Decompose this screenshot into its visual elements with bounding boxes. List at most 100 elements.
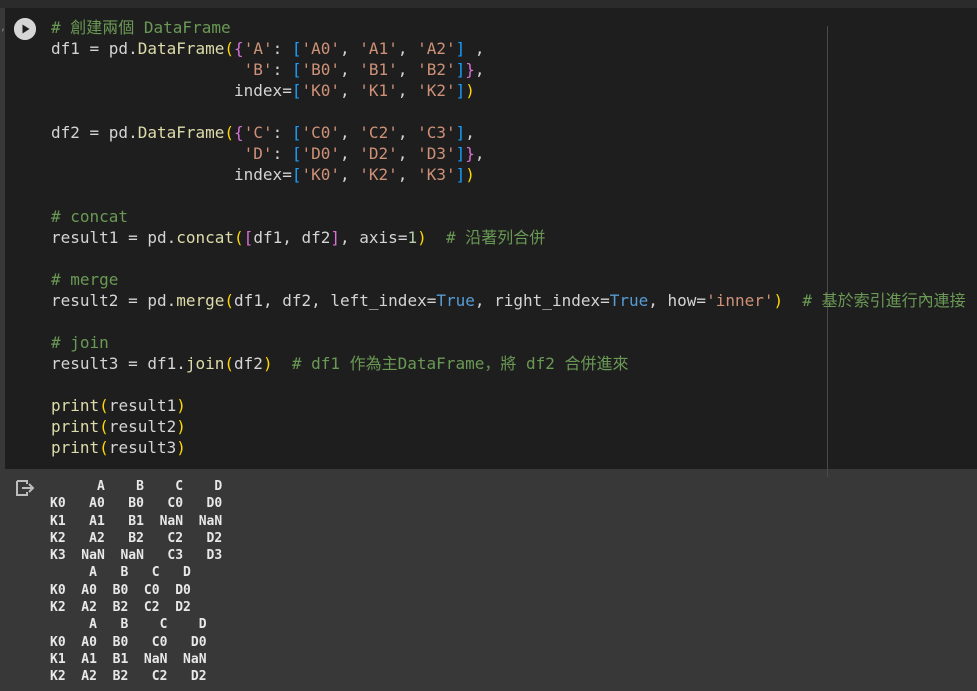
code-token: 1 (407, 228, 418, 247)
code-token: join (185, 354, 225, 373)
code-token: # 沿著列合併 (446, 228, 546, 247)
code-token: df2 = pd. (51, 123, 138, 142)
code-token: , (465, 123, 475, 142)
code-token: True (609, 291, 649, 310)
code-token: 'A2' (417, 39, 456, 58)
code-line: 'B': ['B0', 'B1', 'B2']}, (51, 59, 966, 80)
code-token: ( (224, 39, 235, 58)
code-line: print(result1) (51, 395, 966, 416)
code-token: , (465, 39, 485, 58)
code-token: : (272, 39, 292, 58)
code-token: { (234, 39, 244, 58)
code-token: ] (455, 165, 466, 184)
code-token: 'B0' (301, 60, 340, 79)
code-token: 'C3' (417, 123, 456, 142)
code-token: # 創建兩個 DataFrame (51, 18, 231, 37)
code-token: df1 = pd. (51, 39, 138, 58)
code-token: # merge (51, 270, 119, 289)
code-token: df1, df2, left_index= (234, 291, 437, 310)
code-token: , (340, 165, 360, 184)
code-token: result3 (108, 438, 177, 457)
code-token: df1, df2 (253, 228, 331, 247)
code-token: , (340, 144, 360, 163)
code-token: index= (51, 165, 292, 184)
code-line: # merge (51, 269, 966, 290)
code-token: [ (291, 39, 302, 58)
code-token: result1 = pd. (51, 228, 177, 247)
code-token: result3 = df1. (51, 354, 186, 373)
code-token: 'B' (243, 60, 273, 79)
code-token: ( (224, 291, 235, 310)
code-token: 'B1' (359, 60, 398, 79)
code-token: ( (99, 417, 109, 436)
code-token: 'B2' (417, 60, 456, 79)
code-token: 'A0' (301, 39, 341, 58)
code-token: , (397, 39, 418, 58)
code-token: ) (773, 291, 784, 310)
code-token: 'K3' (417, 165, 456, 184)
code-token: ) (465, 81, 475, 100)
code-line: df1 = pd.DataFrame({'A': ['A0', 'A1', 'A… (51, 38, 966, 59)
code-token: DataFrame (137, 39, 225, 58)
code-token: 'K2' (359, 165, 398, 184)
notebook-page: , # 創建兩個 DataFrame df1 = pd.DataFrame({'A… (0, 0, 977, 691)
code-token: merge (176, 291, 225, 310)
code-token: 'D2' (359, 144, 398, 163)
code-line: # 創建兩個 DataFrame (51, 17, 966, 38)
code-token: print (51, 417, 100, 436)
code-token: , right_index= (474, 291, 610, 310)
code-token: ( (224, 354, 235, 373)
code-token: , (397, 60, 418, 79)
code-token: # 基於索引進行內連接 (802, 291, 966, 310)
code-token: ] (455, 81, 466, 100)
code-token: 'D' (243, 144, 273, 163)
code-token: , axis= (340, 228, 408, 247)
code-token: ) (176, 417, 186, 436)
code-token: , (397, 81, 418, 100)
code-token: ) (176, 396, 186, 415)
code-line: 'D': ['D0', 'D2', 'D3']}, (51, 143, 966, 164)
code-token: , (340, 81, 360, 100)
code-token: , (397, 144, 418, 163)
code-token: , (397, 165, 418, 184)
code-token: ] (455, 60, 466, 79)
code-token: result2 = pd. (51, 291, 177, 310)
cell-output-text: A B C D K0 A0 B0 C0 D0 K1 A1 B1 NaN NaN … (50, 479, 223, 685)
code-line: df2 = pd.DataFrame({'C': ['C0', 'C2', 'C… (51, 122, 966, 143)
code-editor[interactable]: # 創建兩個 DataFrame df1 = pd.DataFrame({'A':… (51, 17, 966, 458)
code-token: concat (176, 228, 235, 247)
code-token: 'C' (243, 123, 273, 142)
code-token: : (272, 123, 292, 142)
code-line: result2 = pd.merge(df1, df2, left_index=… (51, 290, 966, 311)
code-token: # df1 作為主DataFrame，將 df2 合併進來 (291, 354, 629, 373)
code-token: , (474, 144, 485, 163)
code-token: result1 (108, 396, 177, 415)
code-line: index=['K0', 'K1', 'K2']) (51, 80, 966, 101)
code-token: print (51, 396, 100, 415)
code-token: 'D3' (417, 144, 456, 163)
code-token: ) (417, 228, 427, 247)
run-cell-button[interactable] (14, 18, 36, 40)
code-token: : (272, 60, 292, 79)
code-token: df2 (234, 354, 263, 373)
code-token: # concat (51, 207, 129, 226)
code-line: print(result2) (51, 416, 966, 437)
code-token: ( (99, 396, 109, 415)
code-token: } (465, 60, 475, 79)
code-token: , how= (648, 291, 707, 310)
code-token: 'K1' (359, 81, 398, 100)
code-token: ( (99, 438, 109, 457)
code-line: # concat (51, 206, 966, 227)
output-redirect-icon[interactable] (14, 478, 36, 498)
code-token: , (340, 123, 360, 142)
code-token: , (397, 123, 418, 142)
code-token: , (474, 60, 485, 79)
code-token: 'D0' (301, 144, 340, 163)
code-token: 'C2' (359, 123, 398, 142)
code-line: index=['K0', 'K2', 'K3']) (51, 164, 966, 185)
